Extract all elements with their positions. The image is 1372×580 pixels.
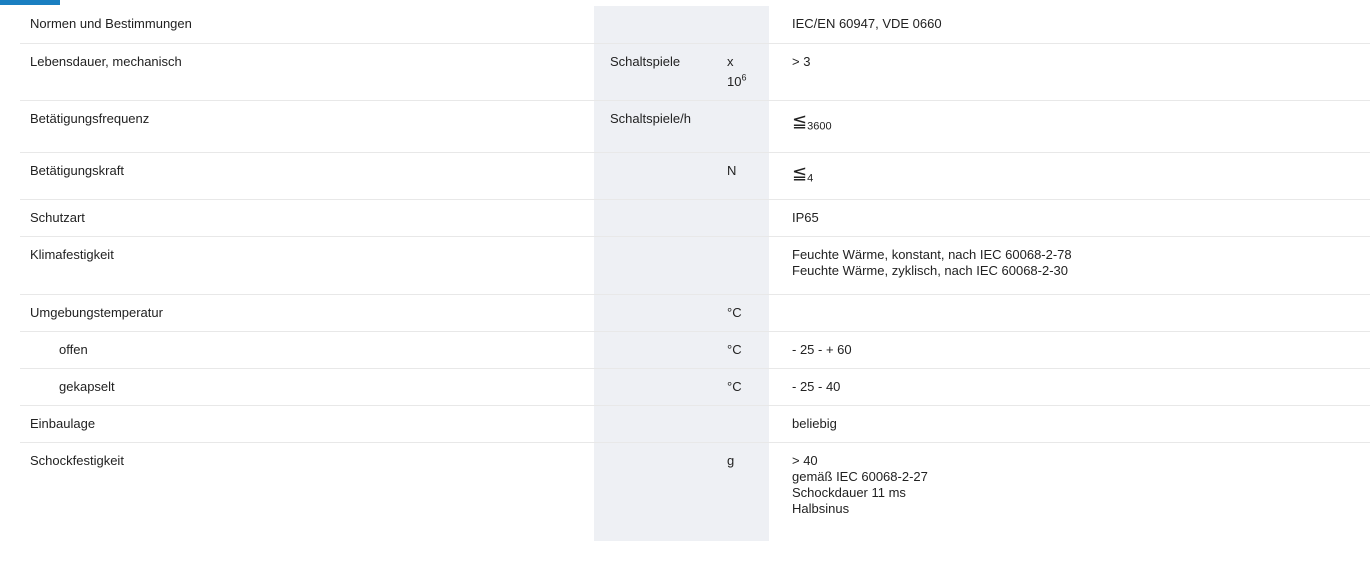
spec-label: Betätigungsfrequenz	[20, 99, 594, 152]
spec-unit	[594, 404, 705, 442]
spec-unit	[594, 198, 705, 236]
spec-unit-secondary: °C	[705, 367, 769, 405]
spec-value: - 25 - 40	[769, 367, 1370, 405]
spec-value: > 40 gemäß IEC 60068-2-27 Schockdauer 11…	[769, 441, 1370, 541]
spec-value: IP65	[769, 198, 1370, 236]
spec-unit-secondary	[705, 99, 769, 152]
spec-value: ≦3600	[769, 99, 1370, 152]
section-accent-bar	[0, 0, 60, 5]
spec-unit-secondary: °C	[705, 330, 769, 368]
value-line: Halbsinus	[792, 500, 850, 516]
table-row: gekapselt °C - 25 - 40	[20, 367, 1370, 405]
table-row: offen °C - 25 - + 60	[20, 330, 1370, 368]
spec-unit-secondary: g	[705, 441, 769, 541]
spec-unit	[594, 151, 705, 199]
spec-value	[769, 293, 1370, 331]
table-row: Umgebungstemperatur °C	[20, 293, 1370, 331]
spec-unit-secondary: x 106	[705, 42, 769, 100]
value-line: gemäß IEC 60068-2-27	[792, 468, 928, 484]
table-row: Betätigungsfrequenz Schaltspiele/h ≦3600	[20, 99, 1370, 152]
spec-unit-secondary	[705, 235, 769, 294]
spec-unit	[594, 367, 705, 405]
spec-unit: Schaltspiele/h	[594, 99, 705, 152]
table-row: Klimafestigkeit Feuchte Wärme, konstant,…	[20, 235, 1370, 294]
value-line: Schockdauer 11 ms	[792, 484, 906, 500]
spec-value: Feuchte Wärme, konstant, nach IEC 60068-…	[769, 235, 1370, 294]
spec-label: offen	[20, 330, 594, 368]
unit-power: 106	[727, 72, 769, 90]
spec-unit	[594, 6, 705, 43]
spec-label: Umgebungstemperatur	[20, 293, 594, 331]
spec-value: beliebig	[769, 404, 1370, 442]
table-row: Schockfestigkeit g > 40 gemäß IEC 60068-…	[20, 441, 1370, 541]
table-row: Schutzart IP65	[20, 198, 1370, 236]
spec-unit	[594, 330, 705, 368]
less-equal-icon: ≦	[792, 162, 808, 183]
spec-label: Lebensdauer, mechanisch	[20, 42, 594, 100]
spec-label: Schockfestigkeit	[20, 441, 594, 541]
spec-label: Einbaulage	[20, 404, 594, 442]
spec-value: IEC/EN 60947, VDE 0660	[792, 16, 942, 31]
spec-value: > 3	[769, 42, 1370, 100]
unit-prefix: x	[727, 53, 734, 69]
less-equal-icon: ≦	[792, 110, 808, 131]
spec-unit	[594, 441, 705, 541]
spec-label: Klimafestigkeit	[20, 235, 594, 294]
unit-base: 10	[727, 73, 742, 89]
spec-value: - 25 - + 60	[769, 330, 1370, 368]
value-number: 4	[807, 172, 814, 185]
unit-exponent: 6	[741, 72, 747, 83]
value-line: Feuchte Wärme, konstant, nach IEC 60068-…	[792, 246, 1072, 262]
spec-unit-secondary	[705, 198, 769, 236]
spec-unit-secondary	[705, 404, 769, 442]
value-number: 3600	[807, 120, 832, 133]
value-line: > 40	[792, 452, 818, 468]
table-row: Lebensdauer, mechanisch Schaltspiele x 1…	[20, 42, 1370, 100]
table-row: Normen und Bestimmungen IEC/EN 60947, VD…	[20, 6, 1370, 43]
spec-label: Betätigungskraft	[20, 151, 594, 199]
spec-label: Schutzart	[20, 198, 594, 236]
table-row: Einbaulage beliebig	[20, 404, 1370, 442]
table-row: Betätigungskraft N ≦4	[20, 151, 1370, 199]
value-line: Feuchte Wärme, zyklisch, nach IEC 60068-…	[792, 262, 1069, 278]
spec-label: gekapselt	[20, 367, 594, 405]
spec-unit-secondary	[705, 6, 769, 43]
spec-value: ≦4	[769, 151, 1370, 199]
spec-unit	[594, 235, 705, 294]
spec-unit	[594, 293, 705, 331]
spec-unit-secondary: °C	[705, 293, 769, 331]
spec-label: Normen und Bestimmungen	[30, 16, 192, 31]
spec-unit-secondary: N	[705, 151, 769, 199]
spec-table: Normen und Bestimmungen IEC/EN 60947, VD…	[20, 6, 1370, 541]
spec-unit: Schaltspiele	[594, 42, 705, 100]
